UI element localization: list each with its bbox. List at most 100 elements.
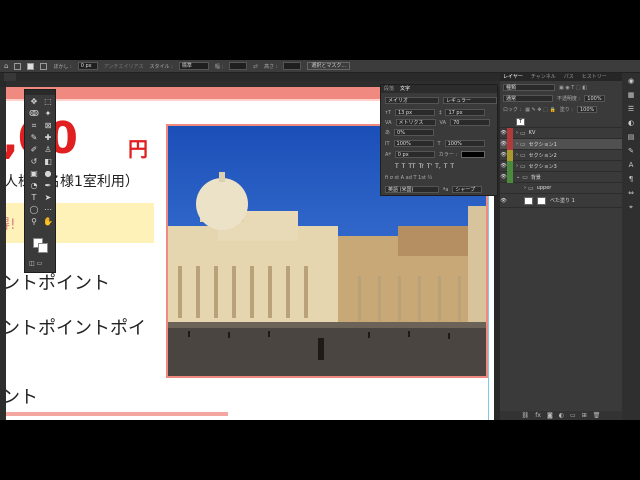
move-tool-icon[interactable]: ✥ xyxy=(27,96,41,108)
add-selection-icon[interactable] xyxy=(40,62,48,70)
tab-paths[interactable]: パス xyxy=(564,73,574,81)
visibility-eye-icon[interactable]: 👁 xyxy=(500,152,507,158)
tsume-input[interactable]: 0% xyxy=(394,129,435,136)
marquee-tool-icon[interactable] xyxy=(14,62,22,70)
leading-input[interactable]: 17 px xyxy=(445,109,486,116)
quick-mask-icon[interactable]: ◫ ▭ xyxy=(29,260,42,267)
ellipse-tool-icon[interactable]: ◯ xyxy=(27,204,41,216)
history-brush-icon[interactable]: ↺ xyxy=(27,156,41,168)
visibility-eye-icon[interactable]: 👁 xyxy=(500,163,507,169)
font-family-select[interactable]: メイリオ xyxy=(385,97,439,104)
home-icon[interactable]: ⌂ xyxy=(4,62,8,70)
adjustments-panel-icon[interactable]: ◐ xyxy=(628,119,634,127)
antialias-select[interactable]: シャープ xyxy=(452,186,483,193)
type-panel-icon[interactable]: A xyxy=(629,161,634,169)
properties-panel-icon[interactable]: ☰ xyxy=(628,105,634,113)
height-input[interactable] xyxy=(283,62,302,70)
libraries-panel-icon[interactable]: ▤ xyxy=(628,133,635,141)
frame-tool-icon[interactable]: ⊠ xyxy=(41,120,55,132)
gradient-tool-icon[interactable]: ▣ xyxy=(27,168,41,180)
more-tools-icon[interactable]: ⋯ xyxy=(41,204,55,216)
link-layers-icon[interactable]: ⛓ xyxy=(522,411,530,420)
chevron-right-icon[interactable]: › xyxy=(516,141,518,147)
eraser-tool-icon[interactable]: ◧ xyxy=(41,156,55,168)
horizontal-scale-input[interactable]: 100% xyxy=(444,140,485,147)
document-tab[interactable] xyxy=(4,73,16,81)
add-mask-icon[interactable]: ◙ xyxy=(547,411,553,420)
tab-channels[interactable]: チャンネル xyxy=(531,73,556,81)
swatches-panel-icon[interactable]: ▦ xyxy=(628,91,635,99)
fx-icon[interactable]: fx xyxy=(535,411,541,420)
tools-panel-handle[interactable] xyxy=(25,90,55,95)
layer-kind-filter[interactable]: 種類 xyxy=(503,84,555,91)
language-select[interactable]: 英語 (米国) xyxy=(385,186,439,193)
zoom-tool-icon[interactable]: ⚲ xyxy=(27,216,41,228)
color-panel-icon[interactable]: ◉ xyxy=(628,77,634,85)
visibility-eye-icon[interactable]: 👁 xyxy=(500,141,507,147)
type-tool-icon[interactable]: T xyxy=(27,192,41,204)
new-layer-icon[interactable]: ⊞ xyxy=(582,411,587,420)
lasso-tool-icon[interactable]: ↂ xyxy=(27,108,41,120)
lock-icons[interactable]: ▦ ✎ ✥ ⬚ 🔒 xyxy=(525,107,555,113)
transform-panel-icon[interactable]: ⌖ xyxy=(629,203,633,212)
font-weight-select[interactable]: レギュラー xyxy=(443,97,497,104)
chevron-down-icon[interactable]: ⌄ xyxy=(516,174,520,180)
layer-row-background-group[interactable]: 👁 ⌄ ▭ 背景 xyxy=(500,171,622,183)
adjustment-layer-icon[interactable]: ◐ xyxy=(559,411,564,420)
crop-tool-icon[interactable]: ⌗ xyxy=(27,120,41,132)
dodge-tool-icon[interactable]: ◔ xyxy=(27,180,41,192)
stamp-tool-icon[interactable]: ♙ xyxy=(41,144,55,156)
style-select[interactable]: 標準 xyxy=(178,62,209,70)
marquee-tool-icon-2[interactable]: ⬚ xyxy=(41,96,55,108)
superscript-button[interactable]: T' xyxy=(427,163,432,170)
chevron-right-icon[interactable]: › xyxy=(516,152,518,158)
brush-tool-icon[interactable]: ✐ xyxy=(27,144,41,156)
chevron-right-icon[interactable]: › xyxy=(516,163,518,169)
align-panel-icon[interactable]: ⇔ xyxy=(628,189,634,197)
hand-tool-icon[interactable]: ✋ xyxy=(41,216,55,228)
swap-icon[interactable]: ⇄ xyxy=(253,63,258,70)
fill-input[interactable]: 100% xyxy=(576,106,598,113)
vertical-scale-input[interactable]: 100% xyxy=(393,140,434,147)
blur-tool-icon[interactable]: ● xyxy=(41,168,55,180)
ligature-icon[interactable]: fi σ st A ad T 1st ½ xyxy=(385,175,432,181)
visibility-eye-icon[interactable]: 👁 xyxy=(500,198,507,204)
layer-row-section1[interactable]: 👁 › ▭ セクション1 xyxy=(500,138,622,150)
new-group-icon[interactable]: ▭ xyxy=(570,411,576,420)
chevron-right-icon[interactable]: › xyxy=(516,130,518,136)
antialias-label[interactable]: アンチエイリアス xyxy=(104,63,144,70)
subscript-button[interactable]: T, xyxy=(435,163,441,170)
tab-character[interactable]: 文字 xyxy=(400,85,410,93)
opacity-input[interactable]: 100% xyxy=(584,95,605,102)
filter-icons[interactable]: ▣ ◉ T ⬚ ◧ xyxy=(559,85,587,91)
small-caps-button[interactable]: Tr xyxy=(419,163,424,170)
layer-row-kv[interactable]: 👁 › ▭ KV xyxy=(500,127,622,139)
layer-row-text[interactable]: T xyxy=(500,117,622,128)
path-select-icon[interactable]: ➤ xyxy=(41,192,55,204)
tab-paragraph[interactable]: 段落 xyxy=(384,85,394,93)
faux-bold-button[interactable]: T xyxy=(395,163,399,170)
width-input[interactable] xyxy=(229,62,248,70)
faux-italic-button[interactable]: T xyxy=(402,163,406,170)
pen-tool-icon[interactable]: ✒ xyxy=(41,180,55,192)
visibility-eye-icon[interactable]: 👁 xyxy=(500,174,507,180)
layer-row-section3[interactable]: 👁 › ▭ セクション3 xyxy=(500,160,622,172)
tracking-input[interactable]: 70 xyxy=(450,119,491,126)
new-selection-icon[interactable] xyxy=(27,62,35,70)
tab-history[interactable]: ヒストリー xyxy=(582,73,607,81)
blend-mode-select[interactable]: 通常 xyxy=(503,95,553,102)
magic-wand-icon[interactable]: ✦ xyxy=(41,108,55,120)
layer-row-section2[interactable]: 👁 › ▭ セクション2 xyxy=(500,149,622,161)
underline-button[interactable]: T xyxy=(444,163,448,170)
strikethrough-button[interactable]: T xyxy=(450,163,454,170)
tab-layers[interactable]: レイヤー xyxy=(503,73,523,81)
layer-row-solid-fill[interactable]: 👁 べた塗り 1 xyxy=(500,194,622,208)
text-color-swatch[interactable] xyxy=(461,151,486,158)
healing-brush-icon[interactable]: ✚ xyxy=(41,132,55,144)
baseline-input[interactable]: 0 px xyxy=(394,151,435,158)
paragraph-panel-icon[interactable]: ¶ xyxy=(629,175,633,183)
visibility-eye-icon[interactable]: 👁 xyxy=(500,130,507,136)
chevron-right-icon[interactable]: › xyxy=(524,185,526,191)
all-caps-button[interactable]: TT xyxy=(408,163,415,170)
feather-input[interactable]: 0 px xyxy=(77,62,98,70)
